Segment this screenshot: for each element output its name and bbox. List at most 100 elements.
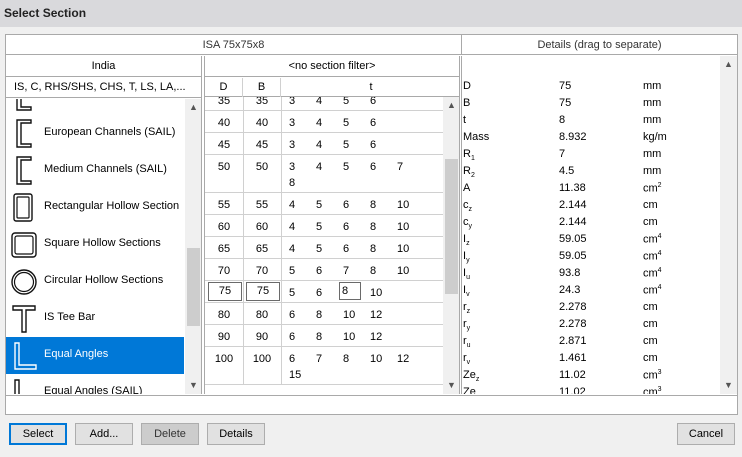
cell-t-option[interactable]: 12 (397, 353, 409, 365)
cell-t-option[interactable]: 5 (343, 117, 349, 129)
cancel-button[interactable]: Cancel (677, 423, 735, 445)
scroll-up-arrow-icon[interactable]: ▲ (720, 56, 737, 73)
add-button[interactable]: Add... (75, 423, 133, 445)
scrollbar-thumb[interactable] (187, 247, 200, 326)
cell-d[interactable]: 60 (205, 221, 243, 233)
cell-t-option[interactable]: 10 (343, 309, 355, 321)
column-header-d[interactable]: D (205, 78, 243, 97)
cell-b[interactable]: 90 (243, 331, 281, 343)
cell-t-option[interactable]: 6 (316, 287, 322, 299)
cell-t-option[interactable]: 6 (343, 243, 349, 255)
table-scrollbar[interactable]: ▲ ▼ (443, 97, 459, 394)
cell-t-option[interactable]: 5 (316, 199, 322, 211)
cell-t-option[interactable]: 4 (289, 243, 295, 255)
section-family-item[interactable]: Rectangular Hollow Section (6, 189, 184, 226)
cell-t-option[interactable]: 5 (316, 243, 322, 255)
cell-t-option[interactable]: 4 (289, 199, 295, 211)
table-row[interactable]: 45 45 3 4 5 6 (205, 133, 443, 155)
cell-t-option[interactable]: 8 (316, 331, 322, 343)
details-scrollbar[interactable]: ▲ ▼ (720, 56, 737, 394)
cell-t-option[interactable]: 5 (289, 287, 295, 299)
cell-b[interactable]: 65 (243, 243, 281, 255)
cell-b[interactable]: 70 (243, 265, 281, 277)
scroll-down-arrow-icon[interactable]: ▼ (185, 377, 201, 394)
section-family-item[interactable]: IS Tee Bar (6, 300, 184, 337)
cell-t-option[interactable]: 5 (343, 161, 349, 173)
column-header-t[interactable]: t (281, 78, 459, 97)
cell-t-option[interactable]: 6 (370, 139, 376, 151)
cell-t-option[interactable]: 5 (343, 97, 349, 107)
cell-t-option[interactable]: 10 (397, 221, 409, 233)
cell-t-option[interactable]: 12 (370, 331, 382, 343)
details-header[interactable]: Details (drag to separate) (461, 35, 737, 55)
cell-b[interactable]: 40 (243, 117, 281, 129)
cell-t-option[interactable]: 8 (370, 243, 376, 255)
table-row[interactable]: 70 70 5 6 7 8 10 (205, 259, 443, 281)
scroll-up-arrow-icon[interactable]: ▲ (185, 99, 201, 116)
cell-t-option[interactable]: 8 (343, 353, 349, 365)
section-family-item[interactable]: Circular Hollow Sections (6, 263, 184, 300)
cell-d[interactable]: 45 (205, 139, 243, 151)
cell-b[interactable]: 35 (243, 97, 281, 107)
cell-t-option[interactable]: 10 (397, 199, 409, 211)
cell-b[interactable]: 45 (243, 139, 281, 151)
cell-t-option[interactable]: 8 (370, 199, 376, 211)
cell-t-option[interactable]: 8 (370, 265, 376, 277)
cell-d[interactable]: 80 (205, 309, 243, 321)
scroll-down-arrow-icon[interactable]: ▼ (443, 377, 459, 394)
country-dropdown[interactable]: India (6, 56, 201, 77)
cell-t-option[interactable]: 8 (316, 309, 322, 321)
cell-t-option[interactable]: 10 (343, 331, 355, 343)
cell-t-option[interactable]: 4 (316, 97, 322, 107)
table-row[interactable]: 90 90 6 8 10 12 (205, 325, 443, 347)
cell-b[interactable]: 100 (243, 353, 281, 365)
cell-d[interactable]: 40 (205, 117, 243, 129)
cell-t-option[interactable]: 8 (338, 282, 362, 300)
cell-t-option[interactable]: 7 (316, 353, 322, 365)
table-row[interactable]: 35 35 3 4 5 6 (205, 97, 443, 111)
family-list-scrollbar[interactable]: ▲ ▼ (185, 99, 201, 394)
table-row[interactable]: 75 75 5 6 8 10 (205, 281, 443, 303)
cell-t-option[interactable]: 10 (397, 243, 409, 255)
cell-t-option[interactable]: 3 (289, 117, 295, 129)
section-family-item[interactable] (6, 99, 184, 115)
cell-t-option[interactable]: 6 (370, 117, 376, 129)
cell-t-option[interactable]: 10 (397, 265, 409, 277)
cell-d[interactable]: 65 (205, 243, 243, 255)
cell-t-option[interactable]: 5 (316, 221, 322, 233)
cell-d[interactable]: 55 (205, 199, 243, 211)
cell-t-option[interactable]: 6 (289, 309, 295, 321)
cell-t-option[interactable]: 4 (316, 161, 322, 173)
scrollbar-thumb[interactable] (445, 158, 458, 294)
cell-t-option[interactable]: 8 (289, 177, 295, 189)
cell-t-option[interactable]: 5 (289, 265, 295, 277)
cell-d[interactable]: 90 (205, 331, 243, 343)
cell-b[interactable]: 55 (243, 199, 281, 211)
cell-t-option[interactable]: 3 (289, 161, 295, 173)
cell-b[interactable]: 80 (243, 309, 281, 321)
cell-d[interactable]: 35 (205, 97, 243, 107)
cell-t-option[interactable]: 7 (397, 161, 403, 173)
cell-d[interactable]: 75 (208, 282, 242, 301)
cell-d[interactable]: 50 (205, 161, 243, 173)
cell-t-option[interactable]: 6 (370, 161, 376, 173)
section-family-item[interactable]: Square Hollow Sections (6, 226, 184, 263)
cell-t-option[interactable]: 6 (343, 221, 349, 233)
table-row[interactable]: 55 55 4 5 6 8 10 (205, 193, 443, 215)
table-row[interactable]: 80 80 6 8 10 12 (205, 303, 443, 325)
table-row[interactable]: 50 50 3 4 5 6 7 8 (205, 155, 443, 193)
cell-t-option[interactable]: 4 (316, 117, 322, 129)
table-row[interactable]: 100 100 6 7 8 10 12 15 (205, 347, 443, 385)
scroll-up-arrow-icon[interactable]: ▲ (443, 97, 459, 114)
cell-t-option[interactable]: 6 (289, 353, 295, 365)
section-filter-dropdown[interactable]: <no section filter> (205, 56, 459, 77)
cell-d[interactable]: 70 (205, 265, 243, 277)
cell-t-option[interactable]: 5 (343, 139, 349, 151)
cell-t-option[interactable]: 3 (289, 139, 295, 151)
details-button[interactable]: Details (207, 423, 265, 445)
cell-t-option[interactable]: 7 (343, 265, 349, 277)
cell-b[interactable]: 50 (243, 161, 281, 173)
family-filter[interactable]: IS, C, RHS/SHS, CHS, T, LS, LA,... (6, 77, 201, 98)
cell-t-option[interactable]: 6 (316, 265, 322, 277)
cell-t-option[interactable]: 6 (343, 199, 349, 211)
